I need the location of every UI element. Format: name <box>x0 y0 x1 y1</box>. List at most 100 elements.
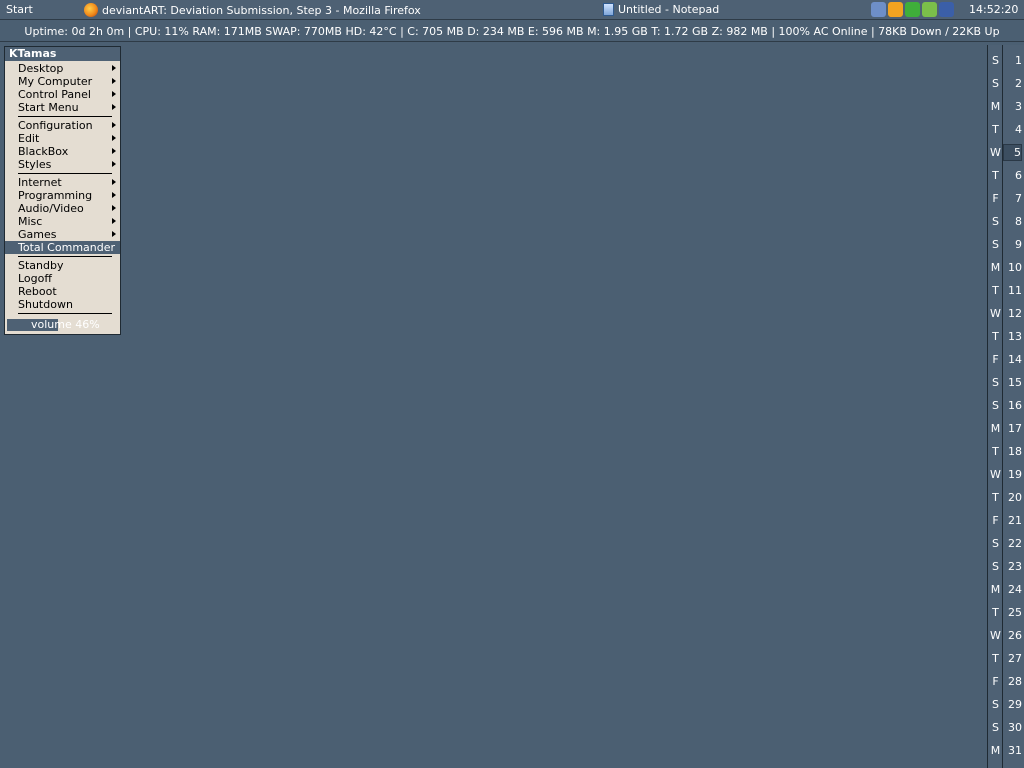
calendar-day[interactable]: M 17 <box>988 417 1024 440</box>
menu-item-styles[interactable]: Styles <box>5 158 120 171</box>
submenu-arrow-icon <box>112 135 116 141</box>
calendar-weekday: T <box>992 445 999 458</box>
menu-item-blackbox[interactable]: BlackBox <box>5 145 120 158</box>
calendar-day[interactable]: M 10 <box>988 256 1024 279</box>
calendar-day[interactable]: F 14 <box>988 348 1024 371</box>
task-notepad-title: Untitled - Notepad <box>618 3 720 16</box>
calendar-day[interactable]: T4 <box>988 118 1024 141</box>
start-button[interactable]: Start <box>6 3 33 16</box>
calendar-day[interactable]: S 23 <box>988 555 1024 578</box>
calendar-day-number: 4 <box>1015 123 1022 136</box>
menu-item-start-menu[interactable]: Start Menu <box>5 101 120 114</box>
calendar-day-number: 18 <box>1008 445 1022 458</box>
calendar-weekday: F <box>992 514 999 527</box>
menu-item-label: BlackBox <box>18 145 69 158</box>
calendar-day[interactable]: S2 <box>988 72 1024 95</box>
calendar-day[interactable]: M 31 <box>988 739 1024 762</box>
calendar-day[interactable]: M3 <box>988 95 1024 118</box>
calendar-day[interactable]: S9 <box>988 233 1024 256</box>
calendar-day[interactable]: T6 <box>988 164 1024 187</box>
submenu-arrow-icon <box>112 148 116 154</box>
menu-item-label: Desktop <box>18 62 64 75</box>
menu-separator <box>18 313 112 314</box>
user-icon[interactable] <box>922 2 937 17</box>
calendar-weekday: S <box>992 560 999 573</box>
calendar-strip: S 1 S 2 M 3 T 4 W 5 T 6 F 7 S 8 S 9 M 10 T 11 W 12 T 13 F 14 S 15 S 16 M… <box>987 45 1024 768</box>
root-menu: KTamas Desktop My Computer Control Panel St… <box>4 46 121 335</box>
menu-item-label: My Computer <box>18 75 93 88</box>
calendar-day[interactable]: W 26 <box>988 624 1024 647</box>
calendar-day-number: 12 <box>1008 307 1022 320</box>
calendar-day[interactable]: W 19 <box>988 463 1024 486</box>
calendar-weekday: T <box>992 169 999 182</box>
menu-item-control-panel[interactable]: Control Panel <box>5 88 120 101</box>
calendar-weekday: M <box>990 744 1001 757</box>
calendar-day[interactable]: W5 <box>988 141 1024 164</box>
calendar-day[interactable]: F7 <box>988 187 1024 210</box>
menu-item-label: Edit <box>18 132 40 145</box>
calendar-day[interactable]: S 22 <box>988 532 1024 555</box>
menu-item-configuration[interactable]: Configuration <box>5 119 120 132</box>
calendar-day[interactable]: T 18 <box>988 440 1024 463</box>
menu-item-desktop[interactable]: Desktop <box>5 62 120 75</box>
menu-item-logoff[interactable]: Logoff <box>5 272 120 285</box>
calendar-day-number: 15 <box>1008 376 1022 389</box>
menu-item-edit[interactable]: Edit <box>5 132 120 145</box>
calendar-day[interactable]: T 11 <box>988 279 1024 302</box>
calendar-weekday: T <box>992 123 999 136</box>
calendar-day[interactable]: W 12 <box>988 302 1024 325</box>
clock-icon[interactable] <box>888 2 903 17</box>
calendar-day[interactable]: S1 <box>988 49 1024 72</box>
calendar-day[interactable]: S 29 <box>988 693 1024 716</box>
calendar-day-number: 2 <box>1015 77 1022 90</box>
calendar-day-number: 7 <box>1015 192 1022 205</box>
calendar-day[interactable]: S 15 <box>988 371 1024 394</box>
menu-item-games[interactable]: Games <box>5 228 120 241</box>
system-tray <box>871 2 956 18</box>
calendar-day[interactable]: T 13 <box>988 325 1024 348</box>
calendar-day[interactable]: T 25 <box>988 601 1024 624</box>
menu-item-label: Programming <box>18 189 93 202</box>
menu-separator <box>18 173 112 174</box>
menu-item-my-computer[interactable]: My Computer <box>5 75 120 88</box>
notepad-icon <box>603 3 614 16</box>
menu-item-programming[interactable]: Programming <box>5 189 120 202</box>
speaker-icon[interactable] <box>939 2 954 17</box>
task-firefox[interactable]: deviantART: Deviation Submission, Step 3… <box>84 3 421 17</box>
task-notepad[interactable]: Untitled - Notepad <box>603 3 719 16</box>
calendar-weekday: S <box>992 215 999 228</box>
calendar-weekday: W <box>990 146 1001 159</box>
calendar-day[interactable]: S 16 <box>988 394 1024 417</box>
calendar-weekday: F <box>992 675 999 688</box>
volume-slider[interactable]: volume 46% <box>7 319 117 331</box>
calendar-weekday: S <box>992 721 999 734</box>
calendar-day[interactable]: M 24 <box>988 578 1024 601</box>
calendar-day[interactable]: T 27 <box>988 647 1024 670</box>
calendar-weekday: T <box>992 606 999 619</box>
submenu-arrow-icon <box>112 205 116 211</box>
calendar-day-number: 13 <box>1008 330 1022 343</box>
calendar-day[interactable]: F 21 <box>988 509 1024 532</box>
menu-item-standby[interactable]: Standby <box>5 259 120 272</box>
calendar-weekday: T <box>992 330 999 343</box>
submenu-arrow-icon <box>112 104 116 110</box>
menu-item-internet[interactable]: Internet <box>5 176 120 189</box>
calendar-weekday: W <box>990 307 1001 320</box>
check-icon[interactable] <box>905 2 920 17</box>
menu-item-misc[interactable]: Misc <box>5 215 120 228</box>
menu-item-label: Configuration <box>18 119 93 132</box>
menu-item-shutdown[interactable]: Shutdown <box>5 298 120 311</box>
shield-icon[interactable] <box>871 2 886 17</box>
calendar-day[interactable]: S8 <box>988 210 1024 233</box>
calendar-day-number: 22 <box>1008 537 1022 550</box>
calendar-day[interactable]: F 28 <box>988 670 1024 693</box>
calendar-day[interactable]: T 20 <box>988 486 1024 509</box>
menu-item-reboot[interactable]: Reboot <box>5 285 120 298</box>
clock[interactable]: 14:52:20 <box>969 3 1018 16</box>
menu-item-audio-video[interactable]: Audio/Video <box>5 202 120 215</box>
calendar-day-number: 17 <box>1008 422 1022 435</box>
calendar-day-number: 26 <box>1008 629 1022 642</box>
menu-item-total-commander[interactable]: Total Commander <box>5 241 120 254</box>
menu-item-label: Styles <box>18 158 52 171</box>
calendar-day[interactable]: S 30 <box>988 716 1024 739</box>
